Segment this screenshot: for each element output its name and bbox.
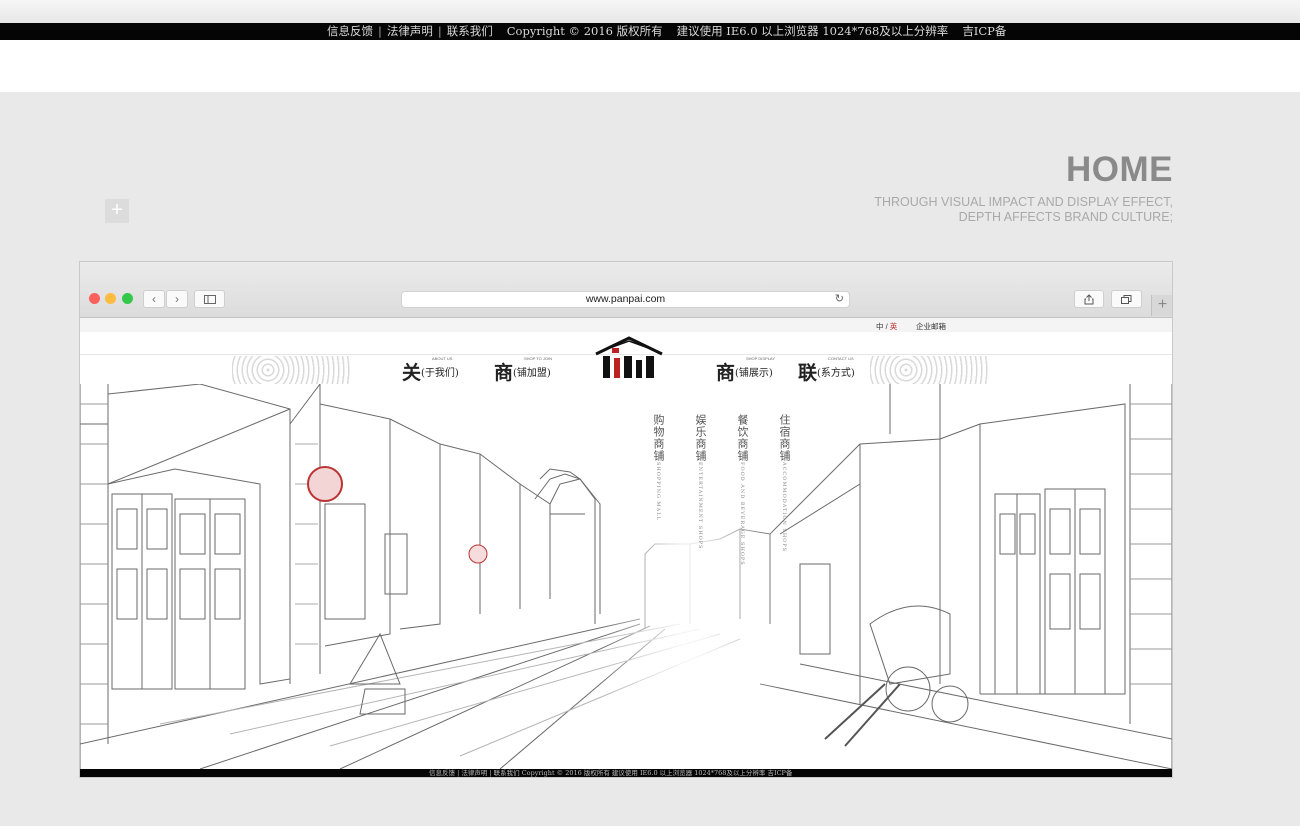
nav-contact-big: 联: [798, 362, 818, 384]
nav-about-big: 关: [402, 362, 422, 384]
browser-mockup: ‹ › www.panpai.com ↻ + 中 / 英 企业邮箱 ABOUT …: [79, 261, 1173, 778]
category-food[interactable]: 餐饮商铺FOOD AND BEVERAGE SHOPS: [734, 414, 750, 566]
category-accommodation-cn: 住宿商铺: [778, 414, 791, 462]
page-title: HOME: [1066, 150, 1173, 189]
category-accommodation-en: ACCOMMODATION SHOPS: [781, 462, 787, 553]
nav-contact-small: (系方式): [817, 368, 855, 379]
footer-link-legal[interactable]: 法律声明: [387, 24, 433, 38]
white-band: [0, 40, 1300, 92]
forward-button[interactable]: ›: [166, 290, 188, 308]
nav-display-big: 商: [716, 362, 736, 384]
minimize-dot-icon[interactable]: [105, 293, 116, 304]
nav-join[interactable]: SHOP TO JOIN 商(铺加盟): [494, 356, 553, 385]
street-sketch-illustration: [80, 384, 1172, 769]
nav-contact[interactable]: CONTACT US 联(系方式): [798, 356, 855, 385]
lang-en[interactable]: 英: [890, 322, 898, 331]
tabs-icon: [1121, 294, 1132, 304]
back-button[interactable]: ‹: [143, 290, 165, 308]
maximize-dot-icon[interactable]: [122, 293, 133, 304]
footer-icp: 吉ICP备: [962, 24, 1007, 38]
nav-display-small: (铺展示): [735, 368, 773, 379]
new-tab-plus-icon[interactable]: +: [1151, 295, 1172, 316]
share-button[interactable]: [1074, 290, 1104, 308]
nav-about-en: ABOUT US: [432, 356, 453, 361]
nav-about[interactable]: ABOUT US 关(于我们): [402, 356, 459, 385]
category-shopping-en: SHOPPING MALL: [655, 462, 661, 521]
category-accommodation[interactable]: 住宿商铺ACCOMMODATION SHOPS: [776, 414, 792, 552]
language-switch[interactable]: 中 / 英: [876, 321, 897, 332]
page-subtitle: THROUGH VISUAL IMPACT AND DISPLAY EFFECT…: [874, 195, 1173, 225]
address-bar[interactable]: www.panpai.com ↻: [401, 291, 850, 308]
category-entertainment[interactable]: 娱乐商铺ENTERTAINMENT SHOPS: [692, 414, 708, 549]
category-shopping[interactable]: 购物商铺SHOPPING MALL: [650, 414, 666, 521]
nav-join-small: (铺加盟): [513, 368, 551, 379]
site-footer-bar: 信息反馈 | 法律声明 | 联系我们 Copyright © 2016 版权所有…: [80, 769, 1172, 777]
browser-toolbar: ‹ › www.panpai.com ↻ +: [80, 262, 1172, 318]
chevron-left-icon: ‹: [152, 292, 156, 306]
footer-copyright: Copyright © 2016 版权所有: [506, 24, 663, 38]
site-topbar: 中 / 英 企业邮箱: [80, 318, 1172, 332]
tabs-button[interactable]: [1111, 290, 1142, 308]
url-text: www.panpai.com: [585, 293, 666, 305]
sidebar-icon: [203, 294, 216, 304]
nav-about-small: (于我们): [421, 368, 459, 379]
expand-plus-button[interactable]: +: [105, 199, 129, 223]
top-gradient: [0, 0, 1300, 23]
footer-link-contact[interactable]: 联系我们: [447, 24, 493, 38]
lang-slash: /: [885, 322, 888, 331]
outer-footer-bar: 信息反馈 | 法律声明 | 联系我们 Copyright © 2016 版权所有 建议使用 …: [0, 23, 1300, 40]
category-shopping-cn: 购物商铺: [652, 414, 665, 462]
nav-display[interactable]: SHOP DISPLAY 商(铺展示): [716, 356, 775, 385]
category-entertainment-cn: 娱乐商铺: [694, 414, 707, 462]
lang-cn[interactable]: 中: [876, 322, 884, 331]
nav-display-en: SHOP DISPLAY: [746, 356, 775, 361]
nav-join-big: 商: [494, 362, 514, 384]
footer-link-feedback[interactable]: 信息反馈: [327, 24, 373, 38]
street-sketch-banner: 购物商铺SHOPPING MALL 娱乐商铺ENTERTAINMENT SHOP…: [80, 384, 1172, 769]
nav-join-en: SHOP TO JOIN: [524, 356, 553, 361]
category-food-en: FOOD AND BEVERAGE SHOPS: [739, 462, 745, 566]
share-icon: [1084, 293, 1094, 304]
site-footer-text: 信息反馈 | 法律声明 | 联系我们 Copyright © 2016 版权所有…: [429, 769, 793, 777]
subtitle-line-1: THROUGH VISUAL IMPACT AND DISPLAY EFFECT…: [874, 195, 1173, 209]
ornament-right: [870, 356, 990, 384]
footer-browser-note: 建议使用 IE6.0 以上浏览器 1024*768及以上分辨率: [676, 24, 949, 38]
close-dot-icon[interactable]: [89, 293, 100, 304]
category-entertainment-en: ENTERTAINMENT SHOPS: [697, 462, 703, 550]
category-food-cn: 餐饮商铺: [736, 414, 749, 462]
chevron-right-icon: ›: [175, 292, 179, 306]
enterprise-mail-link[interactable]: 企业邮箱: [916, 321, 946, 332]
site-logo[interactable]: [594, 336, 664, 382]
subtitle-line-2: DEPTH AFFECTS BRAND CULTURE;: [958, 210, 1173, 224]
nav-contact-en: CONTACT US: [828, 356, 854, 361]
reload-icon[interactable]: ↻: [835, 292, 844, 307]
sidebar-button[interactable]: [194, 290, 225, 308]
ornament-left: [232, 356, 352, 384]
